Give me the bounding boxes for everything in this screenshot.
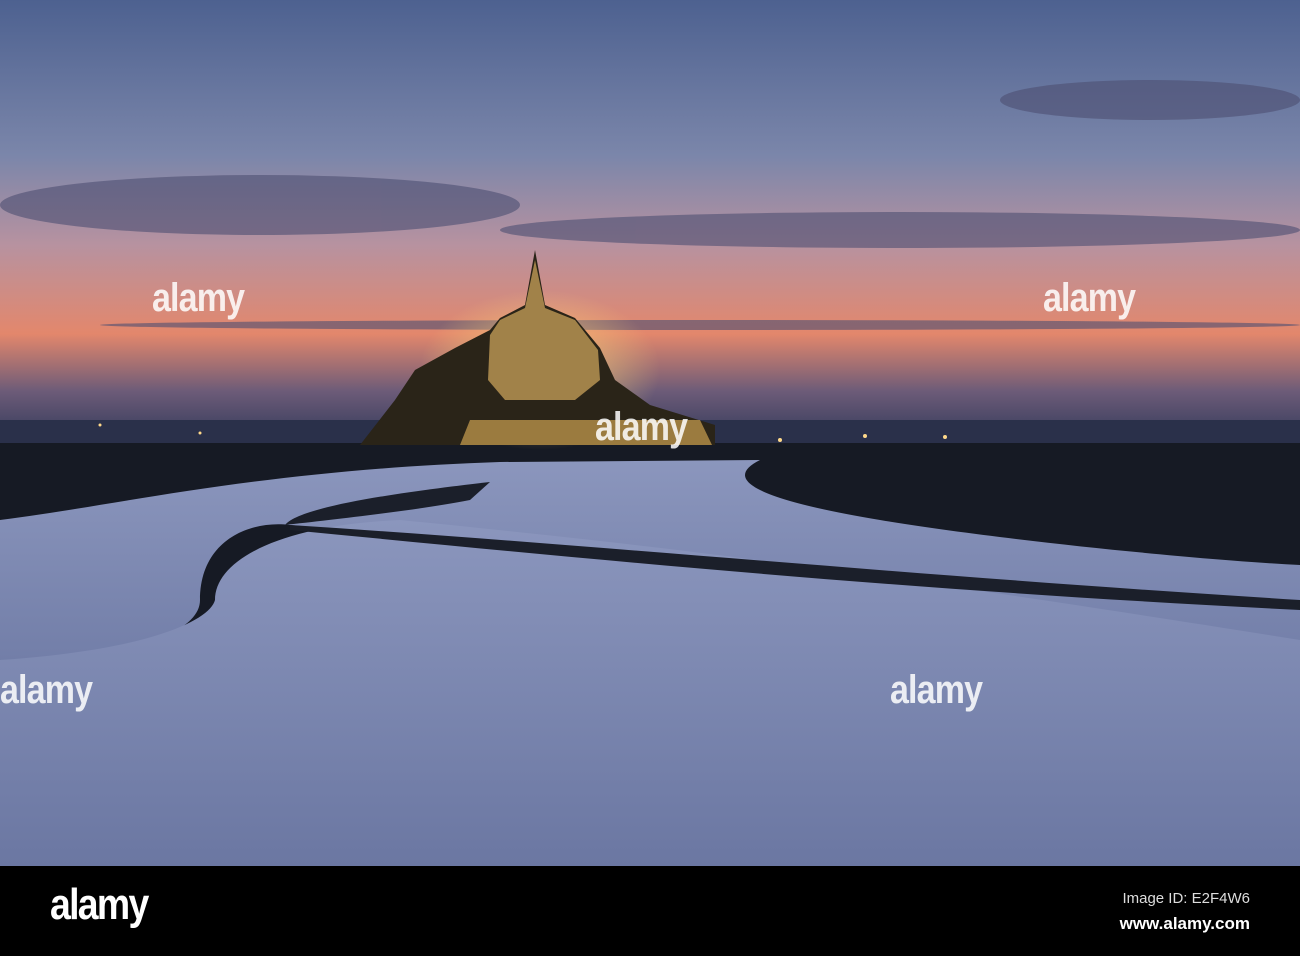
watermark: alamy: [890, 668, 983, 712]
footer-bar: alamy Image ID: E2F4W6 www.alamy.com: [0, 866, 1300, 956]
watermark: alamy: [0, 668, 93, 712]
watermark: alamy: [1043, 276, 1136, 320]
alamy-logo: alamy: [50, 880, 149, 929]
stock-photo: alamy alamy alamy alamy alamy alamy Imag…: [0, 0, 1300, 956]
watermark: alamy: [595, 405, 688, 449]
website-link[interactable]: www.alamy.com: [1120, 914, 1250, 934]
watermark: alamy: [152, 276, 245, 320]
image-id: Image ID: E2F4W6: [1122, 890, 1250, 907]
